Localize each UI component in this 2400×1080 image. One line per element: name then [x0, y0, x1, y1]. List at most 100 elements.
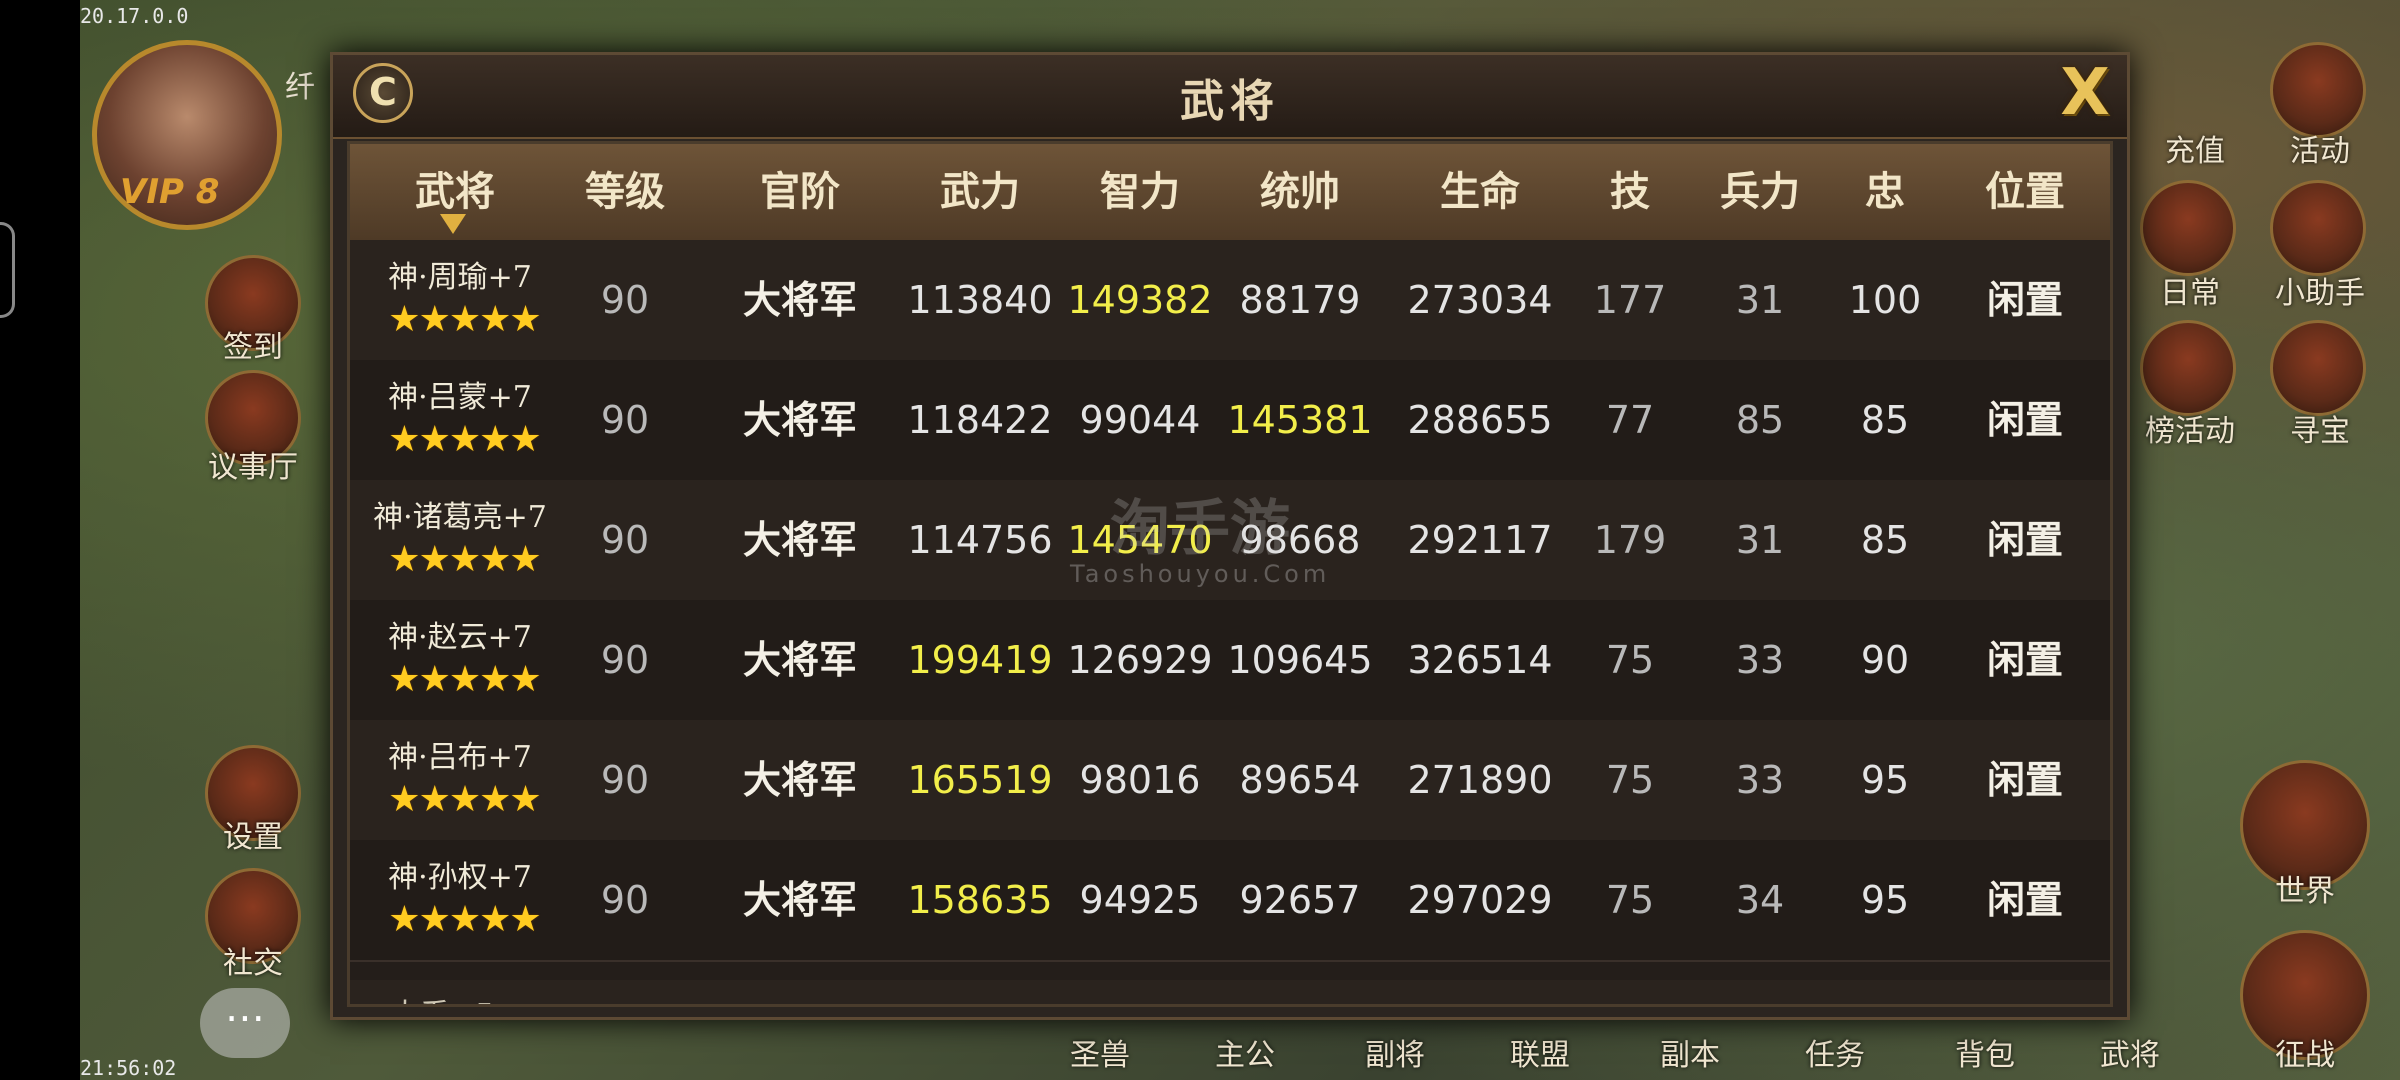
clock-text: 21:56:02 [80, 1056, 177, 1080]
bottom-tab-dungeon[interactable]: 副本 [1660, 1030, 1720, 1074]
cell-force: 158635 [907, 878, 1053, 922]
table-row[interactable]: 神·赵云+7 ★★★★★ 90 大将军 199419 126929 109645 326514… [350, 600, 2110, 722]
version-text: 20.17.0.0 [80, 4, 189, 28]
general-name: 神·赵云+7 [388, 620, 532, 655]
cell-skill: 179 [1593, 518, 1667, 562]
star-icon: ★ [448, 419, 482, 460]
table-header: 武将 等级 官阶 武力 智力 统帅 生命 技 兵力 忠 位置 [350, 144, 2110, 240]
gift-icon[interactable] [2270, 42, 2366, 138]
star-icon: ★ [509, 299, 542, 340]
side-label-daily: 日常 [2160, 276, 2220, 311]
cell-position[interactable]: 闲置 [1950, 600, 2100, 720]
side-label-signin: 签到 [223, 330, 283, 365]
col-header-level[interactable]: 等级 [560, 144, 690, 240]
cell-command: 109645 [1227, 638, 1373, 682]
col-header-command[interactable]: 统帅 [1225, 144, 1375, 240]
cell-rank: 大将军 [742, 517, 857, 562]
cell-rank: 大将军 [742, 277, 857, 322]
table-row[interactable]: 神·吕布+7 ★★★★★ 90 大将军 165519 98016 89654 271890 75… [350, 720, 2110, 842]
table-row-partial[interactable]: 大乔+5 [350, 980, 2110, 1004]
star-icon: ★ [509, 659, 542, 700]
refresh-icon[interactable]: C [353, 63, 413, 123]
star-icon: ★ [479, 899, 512, 940]
treasure-chest-icon[interactable] [2270, 320, 2366, 416]
chat-icon[interactable]: ⋯ [200, 988, 290, 1058]
star-icon: ★ [388, 419, 421, 460]
cell-troops: 33 [1735, 638, 1785, 682]
star-icon: ★ [418, 779, 451, 820]
cell-rank: 大将军 [742, 637, 857, 682]
col-header-troops[interactable]: 兵力 [1690, 144, 1830, 240]
cell-position[interactable]: 闲置 [1950, 480, 2100, 600]
cell-hp: 271890 [1407, 758, 1553, 802]
chest-icon[interactable] [2140, 320, 2236, 416]
col-header-hp[interactable]: 生命 [1390, 144, 1570, 240]
scroll-icon[interactable] [2270, 180, 2366, 276]
cell-hp: 288655 [1407, 398, 1553, 442]
dialog-title: 武将 [1180, 76, 1280, 127]
bottom-tab-alliance[interactable]: 联盟 [1510, 1030, 1570, 1074]
cell-troops: 31 [1735, 278, 1785, 322]
cell-force: 199419 [907, 638, 1053, 682]
star-icon: ★ [388, 779, 421, 820]
star-icon: ★ [509, 779, 542, 820]
cell-hp: 297029 [1407, 878, 1553, 922]
cell-loyalty: 95 [1860, 758, 1910, 802]
cell-troops: 31 [1735, 518, 1785, 562]
bottom-tab-beast[interactable]: 圣兽 [1070, 1030, 1130, 1074]
cell-level: 90 [600, 638, 650, 682]
col-header-loyalty[interactable]: 忠 [1830, 144, 1940, 240]
table-row[interactable]: 神·吕蒙+7 ★★★★★ 90 大将军 118422 99044 145381 288655 7… [350, 360, 2110, 482]
table-row[interactable]: 神·周瑜+7 ★★★★★ 90 大将军 113840 149382 88179 273034 1… [350, 240, 2110, 362]
star-icon: ★ [388, 299, 421, 340]
star-icon: ★ [509, 899, 542, 940]
cell-intel: 98016 [1079, 758, 1201, 802]
star-icon: ★ [448, 899, 482, 940]
bottom-tab-quest[interactable]: 任务 [1805, 1030, 1865, 1074]
star-icon: ★ [479, 659, 512, 700]
daily-icon[interactable] [2140, 180, 2236, 276]
general-name: 神·诸葛亮+7 [373, 500, 547, 535]
side-label-recharge[interactable]: 充值 [2130, 126, 2260, 170]
cell-intel: 126929 [1067, 638, 1213, 682]
side-label-world: 世界 [2275, 874, 2335, 909]
edge-drawer-handle[interactable] [0, 222, 15, 318]
vip-badge: VIP 8 [120, 172, 220, 212]
star-icon: ★ [448, 779, 482, 820]
bottom-tab-bag[interactable]: 背包 [1955, 1030, 2015, 1074]
cell-position[interactable]: 闲置 [1950, 360, 2100, 480]
watermark-sub: Taoshouyou.Com [1070, 560, 1331, 588]
col-header-rank[interactable]: 官阶 [730, 144, 870, 240]
star-icon: ★ [479, 539, 512, 580]
cell-skill: 75 [1605, 638, 1655, 682]
bottom-tab-lord[interactable]: 主公 [1215, 1030, 1275, 1074]
side-label-settings: 设置 [223, 820, 283, 855]
general-name: 神·吕布+7 [388, 740, 532, 775]
cell-position[interactable]: 闲置 [1950, 840, 2100, 960]
cell-position[interactable]: 闲置 [1950, 240, 2100, 360]
star-icon: ★ [388, 899, 421, 940]
star-icon: ★ [479, 779, 512, 820]
side-label-helper: 小助手 [2275, 276, 2365, 311]
cell-force: 113840 [907, 278, 1053, 322]
cell-rank: 大将军 [742, 757, 857, 802]
side-label-social: 社交 [223, 946, 283, 981]
col-header-intel[interactable]: 智力 [1065, 144, 1215, 240]
table-row[interactable]: 神·孙权+7 ★★★★★ 90 大将军 158635 94925 92657 297029 75… [350, 840, 2110, 962]
player-name: 纤 [285, 70, 315, 105]
bottom-tab-generals[interactable]: 武将 [2100, 1030, 2160, 1074]
cell-command: 89654 [1239, 758, 1361, 802]
cell-command: 145381 [1227, 398, 1373, 442]
bottom-tab-deputy[interactable]: 副将 [1365, 1030, 1425, 1074]
cell-skill: 75 [1605, 878, 1655, 922]
col-header-position[interactable]: 位置 [1950, 144, 2100, 240]
cell-command: 88179 [1239, 278, 1361, 322]
col-header-skill[interactable]: 技 [1575, 144, 1685, 240]
general-name: 神·孙权+7 [388, 860, 532, 895]
star-rating: ★★★★★ [370, 660, 560, 700]
col-header-force[interactable]: 武力 [905, 144, 1055, 240]
side-label-rank-activity: 榜活动 [2145, 414, 2235, 449]
sort-arrow-icon [440, 214, 466, 234]
cell-position[interactable]: 闲置 [1950, 720, 2100, 840]
close-icon[interactable]: X [2053, 61, 2117, 125]
